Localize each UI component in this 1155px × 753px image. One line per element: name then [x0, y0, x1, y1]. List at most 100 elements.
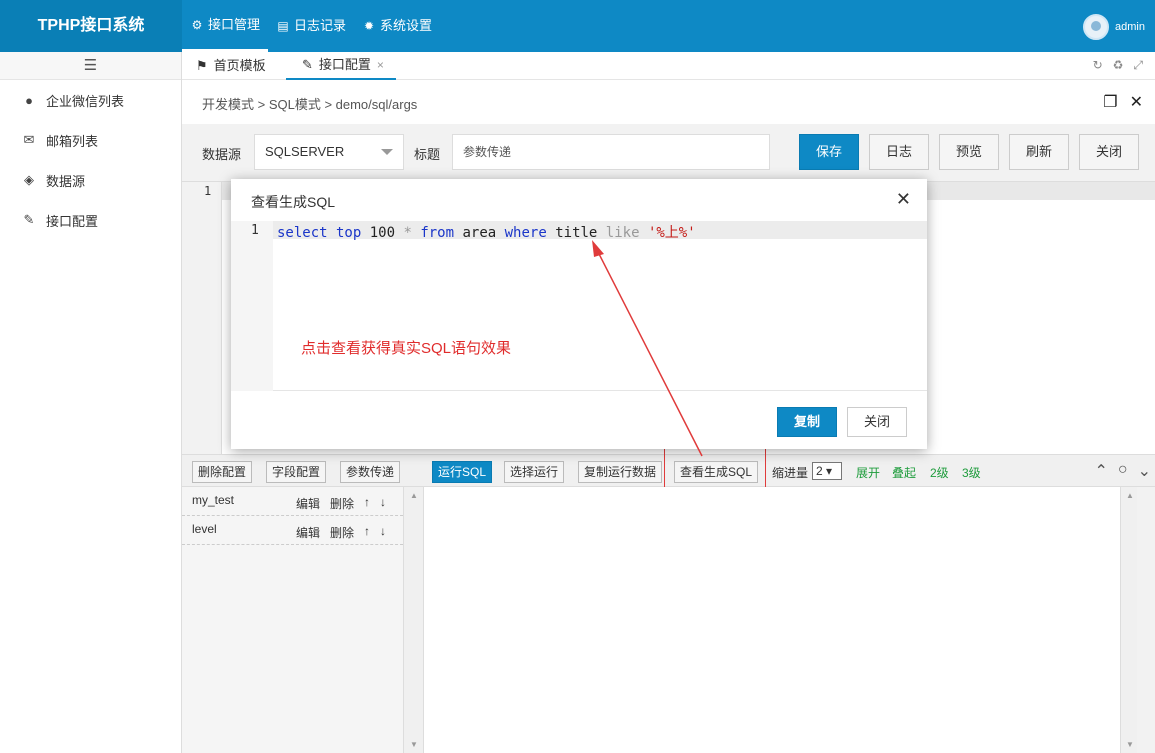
delete-link[interactable]: 删除	[330, 524, 354, 541]
result-panel	[424, 487, 1137, 753]
expand-link[interactable]: 展开	[856, 464, 880, 481]
sql-token: top	[327, 225, 370, 241]
chevron-down-icon	[381, 149, 393, 155]
log-button[interactable]: 日志	[869, 134, 929, 170]
tab-bar: ⚑ 首页模板 ✎ 接口配置 × ↻ ♻ ⤢	[182, 52, 1155, 80]
sql-token: *	[395, 225, 421, 241]
nav-interface-management[interactable]: ⚙ 接口管理	[182, 0, 269, 52]
sql-code-view[interactable]: 1 select top 100 * from area where title…	[231, 221, 927, 391]
chevron-down-icon[interactable]: ⌄	[1138, 461, 1151, 481]
edit-link[interactable]: 编辑	[296, 524, 320, 541]
move-up-icon[interactable]: ↑	[364, 524, 370, 541]
sql-token: area	[454, 225, 505, 241]
tab-label: 接口配置	[318, 57, 371, 72]
tab-label: 首页模板	[213, 58, 266, 73]
sidebar-item-label: 邮箱列表	[46, 133, 99, 149]
scroll-down-icon[interactable]: ▼	[410, 740, 418, 749]
run-selected-button[interactable]: 选择运行	[504, 461, 565, 483]
nav-label: 接口管理	[208, 16, 261, 32]
circle-icon[interactable]: ○	[1118, 461, 1128, 481]
tab-tools: ↻ ♻ ⤢	[1093, 58, 1143, 73]
list-item: level 编辑 删除 ↑ ↓	[182, 516, 403, 545]
annotation-note: 点击查看获得真实SQL语句效果	[301, 340, 512, 357]
delete-config-button[interactable]: 删除配置	[192, 461, 253, 483]
scroll-down-icon[interactable]: ▼	[1126, 740, 1134, 749]
flag-icon: ⚑	[196, 58, 208, 73]
sidebar-item-interface-config[interactable]: ✎ 接口配置	[0, 200, 181, 240]
view-sql-modal: 查看生成SQL ✕ 1 select top 100 * from area w…	[231, 179, 927, 449]
move-down-icon[interactable]: ↓	[380, 524, 386, 541]
breadcrumb: 开发模式 > SQL模式 > demo/sql/args	[202, 97, 418, 112]
sidebar-toggle-icon[interactable]: ☰	[0, 52, 181, 80]
move-up-icon[interactable]: ↑	[364, 495, 370, 512]
result-scrollbar[interactable]: ▲ ▼	[1120, 487, 1137, 753]
wrench-icon: ✎	[302, 57, 313, 72]
sidebar-item-mailbox[interactable]: ✉ 邮箱列表	[0, 120, 181, 160]
sidebar: ☰ ● 企业微信列表 ✉ 邮箱列表 ◈ 数据源 ✎ 接口配置	[0, 52, 182, 753]
top-bar: TPHP接口系统 ⚙ 接口管理 ▤ 日志记录 ✹ 系统设置 admin	[0, 0, 1155, 52]
run-sql-button[interactable]: 运行SQL	[432, 461, 493, 483]
level3-link[interactable]: 3级	[962, 464, 981, 481]
username: admin	[1115, 21, 1145, 33]
close-button[interactable]: 关闭	[1079, 134, 1139, 170]
edit-link[interactable]: 编辑	[296, 495, 320, 512]
recycle-icon[interactable]: ♻	[1113, 58, 1124, 73]
refresh-icon[interactable]: ↻	[1093, 58, 1103, 73]
save-button[interactable]: 保存	[799, 134, 859, 170]
scroll-up-icon[interactable]: ▲	[410, 491, 418, 500]
modal-title: 查看生成SQL	[251, 194, 336, 210]
user-menu[interactable]: admin	[1083, 14, 1145, 40]
move-down-icon[interactable]: ↓	[380, 495, 386, 512]
title-input[interactable]: 参数传递	[452, 134, 770, 170]
tab-interface-config[interactable]: ✎ 接口配置 ×	[286, 52, 396, 80]
sidebar-item-datasource[interactable]: ◈ 数据源	[0, 160, 181, 200]
sidebar-item-label: 接口配置	[46, 213, 99, 229]
sql-statement: select top 100 * from area where title l…	[277, 222, 696, 242]
gears-icon: ⚙	[191, 17, 203, 32]
preview-button[interactable]: 预览	[939, 134, 999, 170]
nav-log-records[interactable]: ▤ 日志记录	[268, 0, 354, 52]
fullscreen-icon[interactable]: ⤢	[1133, 58, 1143, 73]
document-icon: ▤	[277, 19, 289, 33]
param-scrollbar[interactable]: ▲ ▼	[404, 487, 424, 753]
close-icon[interactable]: ×	[377, 51, 384, 79]
tab-home-template[interactable]: ⚑ 首页模板	[196, 52, 266, 80]
restore-window-icon[interactable]: ❐	[1103, 92, 1117, 112]
scroll-up-icon[interactable]: ▲	[1126, 491, 1134, 500]
nav-system-settings[interactable]: ✹ 系统设置	[354, 0, 440, 52]
code-gutter: 1	[231, 221, 273, 391]
sql-token: where	[504, 225, 547, 241]
breadcrumb-tools: ❐ ✕	[1103, 92, 1143, 112]
field-config-button[interactable]: 字段配置	[266, 461, 327, 483]
indent-select[interactable]: 2 ▾	[812, 462, 842, 480]
sql-token: like	[605, 225, 640, 241]
refresh-button[interactable]: 刷新	[1009, 134, 1069, 170]
sidebar-item-wechat[interactable]: ● 企业微信列表	[0, 80, 181, 120]
line-number: 1	[204, 184, 212, 198]
param-actions: 编辑 删除 ↑ ↓	[296, 495, 386, 512]
close-icon[interactable]: ✕	[1130, 92, 1143, 112]
param-actions: 编辑 删除 ↑ ↓	[296, 524, 386, 541]
fold-link[interactable]: 叠起	[892, 464, 916, 481]
close-icon[interactable]: ✕	[896, 189, 911, 210]
sql-token: title	[546, 225, 606, 241]
level2-link[interactable]: 2级	[930, 464, 949, 481]
editor-gutter: 1	[182, 182, 222, 454]
form-bar: 数据源 SQLSERVER 标题 参数传递 保存 日志 预览 刷新 关闭	[182, 124, 1155, 182]
chevron-up-icon[interactable]: ⌃	[1095, 461, 1108, 481]
highlight-box	[664, 448, 766, 492]
datasource-value: SQLSERVER	[265, 144, 345, 159]
copy-run-data-button[interactable]: 复制运行数据	[578, 461, 663, 483]
breadcrumb-bar: 开发模式 > SQL模式 > demo/sql/args ❐ ✕	[182, 80, 1155, 124]
envelope-icon: ✉	[23, 132, 35, 147]
datasource-select[interactable]: SQLSERVER	[254, 134, 404, 170]
modal-close-button[interactable]: 关闭	[847, 407, 907, 437]
nav-label: 系统设置	[380, 18, 433, 33]
delete-link[interactable]: 删除	[330, 495, 354, 512]
sql-token: from	[420, 225, 455, 241]
param-pass-button[interactable]: 参数传递	[340, 461, 401, 483]
avatar	[1083, 14, 1110, 40]
title-label: 标题	[414, 147, 441, 162]
copy-button[interactable]: 复制	[777, 407, 837, 437]
right-gutter	[1137, 487, 1155, 753]
